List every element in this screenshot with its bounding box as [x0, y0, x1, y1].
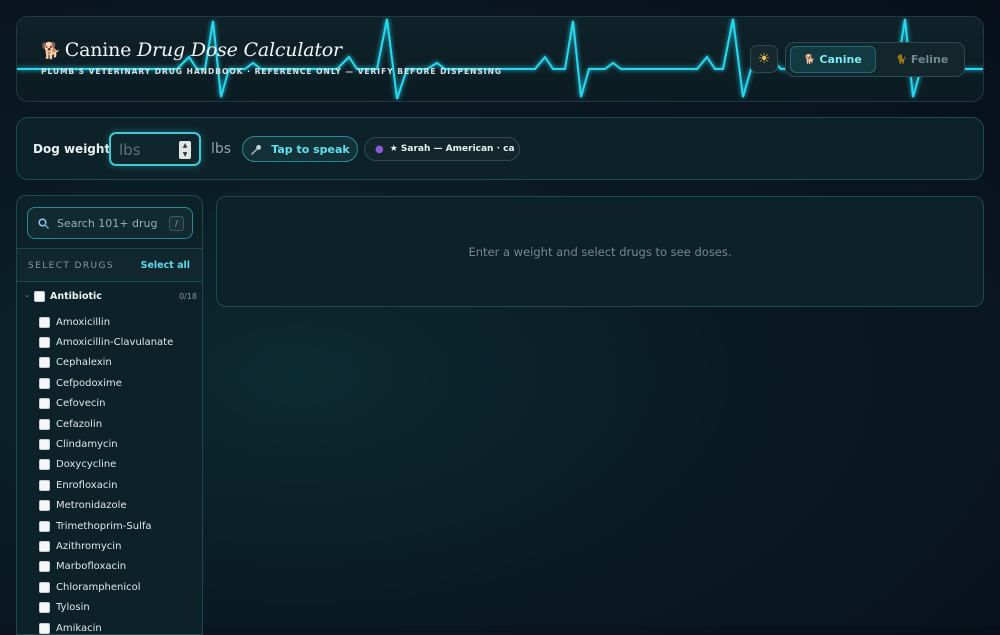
- search-icon: [38, 217, 49, 229]
- search-shortcut-hint: /: [169, 216, 184, 231]
- drug-checkbox[interactable]: [39, 561, 50, 573]
- drug-label: Metronidazole: [56, 500, 127, 512]
- drug-checkbox[interactable]: [39, 418, 50, 430]
- chevron-down-icon[interactable]: ⌄: [24, 291, 30, 299]
- category-count: 0/18: [179, 292, 197, 301]
- drug-label: Amoxicillin-Clavulanate: [56, 337, 174, 349]
- drug-checkbox[interactable]: [39, 581, 50, 593]
- results-panel: Enter a weight and select drugs to see d…: [216, 196, 984, 307]
- drug-checkbox[interactable]: [39, 520, 50, 532]
- category-antibiotic[interactable]: ⌄ Antibiotic 0/18: [17, 288, 202, 306]
- drug-list: Amoxicillin Amoxicillin-Clavulanate Cephal…: [17, 312, 202, 634]
- drug-checkbox[interactable]: [39, 602, 50, 614]
- category-checkbox[interactable]: [34, 291, 45, 302]
- drug-label: Clindamycin: [56, 439, 118, 451]
- drug-label: Trimethoprim-Sulfa: [56, 520, 152, 532]
- weight-input-wrapper: ▲ ▼: [109, 132, 201, 166]
- drug-label: Doxycycline: [56, 459, 117, 471]
- page-subtitle: PLUMB'S VETERINARY DRUG HANDBOOK · REFER…: [41, 67, 503, 76]
- drug-list-item[interactable]: Clindamycin: [17, 434, 202, 454]
- tap-to-speak-button[interactable]: Tap to speak: [242, 136, 358, 162]
- sun-icon: ☀: [757, 51, 771, 67]
- voice-select[interactable]: ● ★ Sarah — American · ca ▼: [364, 137, 520, 161]
- category-name: Antibiotic: [50, 291, 102, 302]
- drug-checkbox[interactable]: [39, 479, 50, 491]
- drug-checkbox[interactable]: [39, 357, 50, 369]
- canine-button[interactable]: 🐕 Canine: [790, 46, 876, 73]
- cat-icon: 🐈: [895, 54, 907, 65]
- weight-unit: lbs: [211, 141, 232, 157]
- stepper-down-icon[interactable]: ▼: [183, 151, 188, 158]
- drug-list-item[interactable]: Trimethoprim-Sulfa: [17, 516, 202, 536]
- select-all-button[interactable]: Select all: [141, 260, 190, 271]
- drug-search-input[interactable]: [57, 216, 157, 230]
- drug-list-item[interactable]: Amoxicillin-Clavulanate: [17, 332, 202, 352]
- drug-list-item[interactable]: Chloramphenicol: [17, 577, 202, 597]
- drug-label: Cefpodoxime: [56, 377, 122, 389]
- drug-label: Cefazolin: [56, 418, 103, 430]
- drug-checkbox[interactable]: [39, 439, 50, 451]
- species-toggle: 🐕 Canine 🐈 Feline: [785, 42, 965, 77]
- select-drugs-header: SELECT DRUGS Select all: [17, 248, 202, 282]
- drug-label: Marbofloxacin: [56, 561, 127, 573]
- drug-label: Cefovecin: [56, 398, 106, 410]
- drug-checkbox[interactable]: [39, 500, 50, 512]
- weight-input[interactable]: [119, 139, 179, 161]
- drug-checkbox[interactable]: [39, 316, 50, 328]
- drug-list-item[interactable]: Cefpodoxime: [17, 373, 202, 393]
- drug-checkbox[interactable]: [39, 540, 50, 552]
- drug-list-item[interactable]: Metronidazole: [17, 496, 202, 516]
- drug-checkbox[interactable]: [39, 377, 50, 389]
- weight-stepper[interactable]: ▲ ▼: [179, 141, 191, 159]
- wizard-icon: ●: [375, 143, 384, 155]
- page-title: 🐕 Canine Drug Dose Calculator: [41, 39, 342, 61]
- drug-list-item[interactable]: Cefovecin: [17, 394, 202, 414]
- theme-toggle-button[interactable]: ☀: [750, 45, 778, 73]
- drug-list-item[interactable]: Amoxicillin: [17, 312, 202, 332]
- empty-state-message: Enter a weight and select drugs to see d…: [468, 244, 732, 259]
- drug-label: Amoxicillin: [56, 316, 111, 328]
- drug-checkbox[interactable]: [39, 459, 50, 471]
- drug-checkbox[interactable]: [39, 398, 50, 410]
- dog-icon: 🐕: [41, 41, 61, 60]
- drug-list-item[interactable]: Enrofloxacin: [17, 475, 202, 495]
- drug-list-item[interactable]: Azithromycin: [17, 536, 202, 556]
- drug-search: /: [27, 207, 193, 239]
- drug-sidebar: / SELECT DRUGS Select all ⌄ Antibiotic 0…: [16, 195, 203, 635]
- drug-checkbox[interactable]: [39, 622, 50, 634]
- weight-panel: Dog weight ▲ ▼ lbs Tap to speak ● ★ Sara…: [16, 117, 984, 180]
- stepper-up-icon[interactable]: ▲: [183, 142, 188, 149]
- app-header: 🐕 Canine Drug Dose Calculator PLUMB'S VET…: [16, 16, 984, 102]
- drug-label: Tylosin: [56, 602, 90, 614]
- drug-list-item[interactable]: Marbofloxacin: [17, 557, 202, 577]
- feline-button[interactable]: 🐈 Feline: [882, 46, 962, 73]
- microphone-icon: [251, 144, 262, 155]
- drug-label: Amikacin: [56, 622, 102, 634]
- drug-list-item[interactable]: Tylosin: [17, 597, 202, 617]
- drug-label: Enrofloxacin: [56, 479, 118, 491]
- drug-list-item[interactable]: Doxycycline: [17, 455, 202, 475]
- drug-label: Chloramphenicol: [56, 581, 141, 593]
- weight-label: Dog weight: [33, 142, 111, 156]
- select-drugs-title: SELECT DRUGS: [28, 261, 115, 271]
- drug-label: Cephalexin: [56, 357, 112, 369]
- drug-checkbox[interactable]: [39, 337, 50, 349]
- drug-list-item[interactable]: Cephalexin: [17, 353, 202, 373]
- dog-icon: 🐕: [804, 54, 816, 65]
- drug-list-item[interactable]: Amikacin: [17, 618, 202, 634]
- drug-list-item[interactable]: Cefazolin: [17, 414, 202, 434]
- drug-label: Azithromycin: [56, 540, 122, 552]
